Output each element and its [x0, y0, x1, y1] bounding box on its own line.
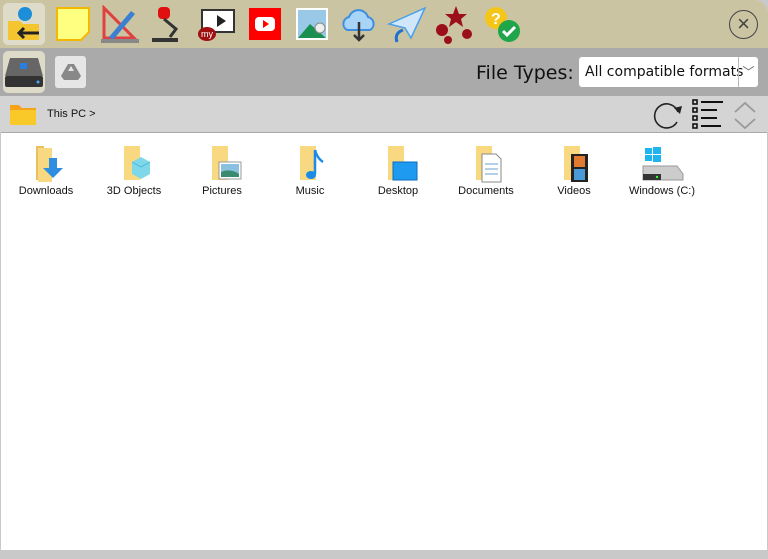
breadcrumb[interactable]: This PC >: [47, 108, 96, 120]
quiz-check-button[interactable]: ?: [481, 3, 523, 45]
svg-text:?: ?: [491, 11, 501, 28]
close-button[interactable]: ×: [729, 10, 758, 39]
cloud-download-button[interactable]: [338, 3, 380, 45]
open-file-button[interactable]: [3, 3, 45, 45]
list-view-icon[interactable]: [692, 99, 724, 129]
image-search-button[interactable]: [291, 3, 333, 45]
refresh-icon[interactable]: [652, 100, 684, 130]
source-bar: File Types: All compatible formats ﹀: [0, 48, 768, 96]
send-icon: [387, 6, 427, 43]
drawing-tools-button[interactable]: [99, 3, 141, 45]
sticky-note-button[interactable]: [52, 3, 94, 45]
item-music[interactable]: Music: [270, 141, 350, 197]
local-drive-button[interactable]: [3, 51, 45, 93]
fireworks-button[interactable]: [433, 3, 475, 45]
downloads-folder-icon: [36, 146, 63, 182]
item-windows-c-drive[interactable]: Windows (C:): [622, 141, 702, 197]
svg-text:my: my: [201, 29, 213, 39]
pictures-folder-icon: [212, 146, 242, 180]
item-downloads[interactable]: Downloads: [6, 141, 86, 197]
sticky-note-icon: [56, 7, 90, 41]
path-bar: This PC >: [0, 96, 768, 132]
google-drive-button[interactable]: [55, 56, 86, 88]
send-button[interactable]: [386, 3, 428, 45]
desktop-folder-icon: [388, 146, 418, 181]
local-drive-icon: [5, 58, 43, 87]
chevron-down-icon: ﹀: [738, 57, 758, 87]
fireworks-icon: [436, 6, 472, 44]
file-types-value: All compatible formats: [585, 64, 744, 80]
scroll-up-down-icon[interactable]: [733, 100, 757, 130]
item-documents[interactable]: Documents: [446, 141, 526, 197]
main-toolbar: my ? ×: [0, 0, 768, 48]
item-3d-objects[interactable]: 3D Objects: [94, 141, 174, 197]
open-file-icon: [8, 7, 39, 40]
windows-drive-icon: [642, 147, 684, 181]
image-search-icon: [296, 8, 328, 40]
music-folder-icon: [300, 146, 324, 180]
close-icon: ×: [737, 11, 750, 36]
item-pictures[interactable]: Pictures: [182, 141, 262, 197]
document-camera-button[interactable]: [146, 3, 188, 45]
file-browser: Downloads 3D Objects Pictures Music Desk…: [1, 132, 767, 550]
quiz-check-icon: ?: [485, 7, 520, 42]
item-desktop[interactable]: Desktop: [358, 141, 438, 197]
my-video-button[interactable]: my: [196, 3, 238, 45]
documents-folder-icon: [476, 146, 502, 183]
file-types-select[interactable]: All compatible formats ﹀: [579, 57, 758, 87]
folder-icon: [10, 105, 36, 125]
cloud-download-icon: [342, 9, 375, 42]
file-types-label: File Types:: [476, 62, 574, 84]
youtube-icon: [249, 8, 281, 40]
3d-objects-folder-icon: [124, 146, 151, 180]
document-camera-icon: [152, 7, 179, 42]
drawing-tools-icon: [101, 5, 139, 43]
my-video-icon: my: [198, 9, 235, 41]
videos-folder-icon: [564, 146, 588, 182]
youtube-button[interactable]: [244, 3, 286, 45]
google-drive-icon: [60, 64, 81, 80]
item-videos[interactable]: Videos: [534, 141, 614, 197]
